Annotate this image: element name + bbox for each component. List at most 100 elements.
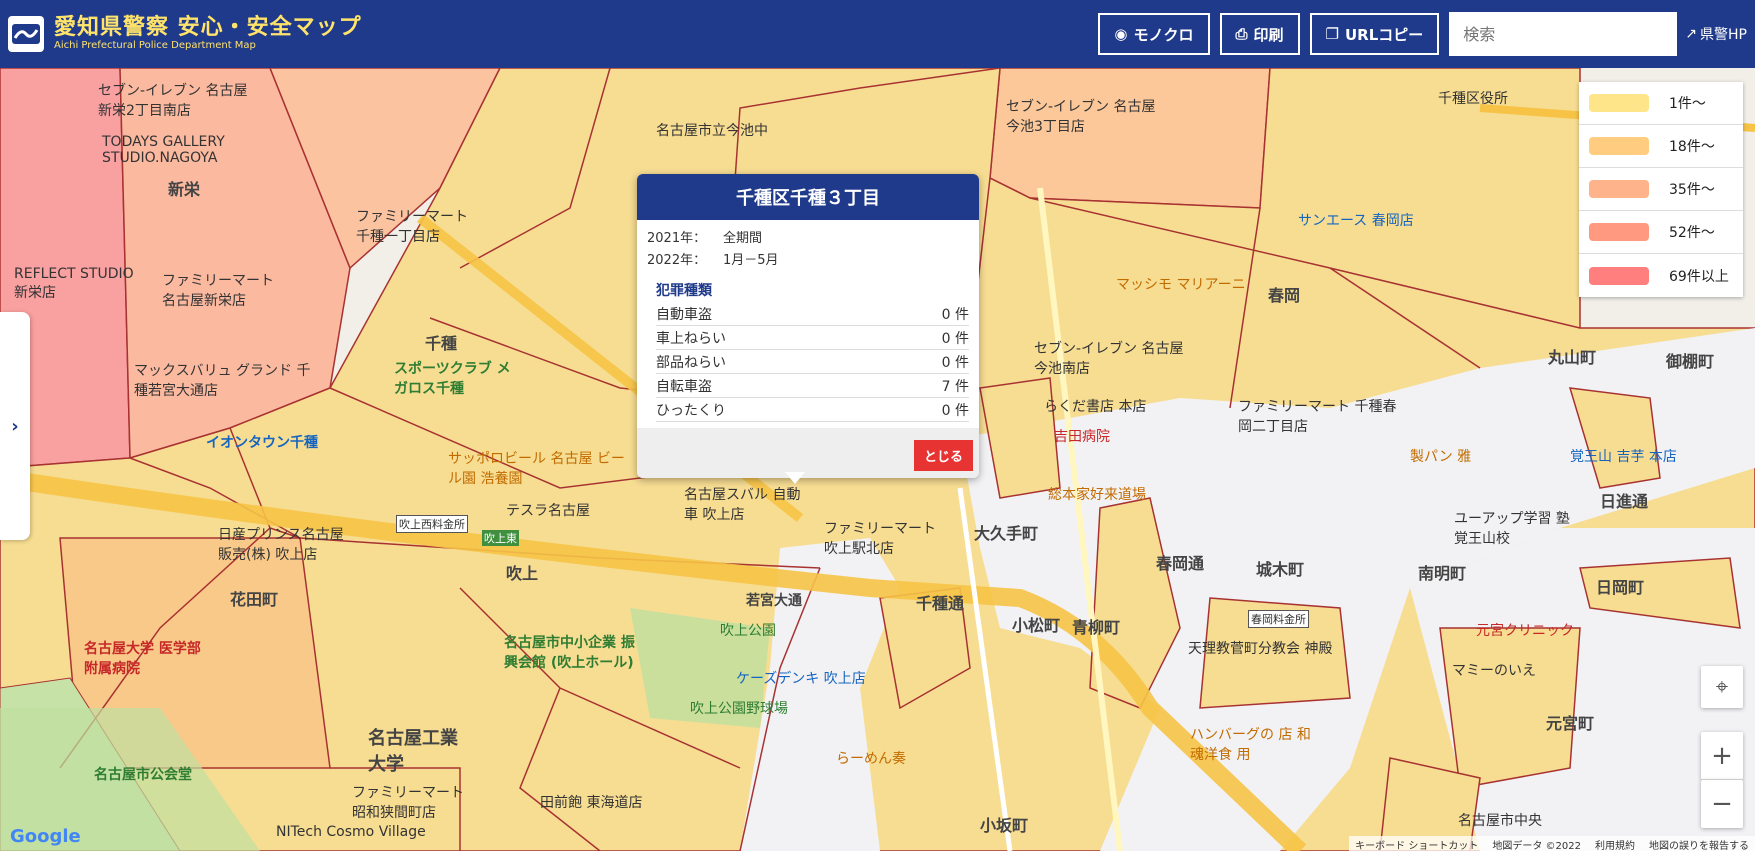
crime-name: 車上ねらい (656, 330, 726, 347)
side-panel-toggle[interactable]: › (0, 312, 30, 540)
poi-seven-shinsakae[interactable]: セブン-イレブン 名古屋新栄2丁目南店 (98, 80, 258, 120)
toll-fukiage-west: 吹上西料金所 (396, 515, 468, 533)
poi-sohonke[interactable]: 総本家好来道場 (1048, 484, 1146, 504)
poi-hamburg[interactable]: ハンバーグの 店 和魂洋食 用 (1190, 724, 1320, 764)
poi-aeon-town[interactable]: イオンタウン千種 (206, 432, 318, 452)
area-label-shirokicho: 城木町 (1256, 560, 1305, 579)
zoom-out-button[interactable]: − (1701, 780, 1743, 828)
poi-fukiage-ballpark[interactable]: 吹上公園野球場 (690, 698, 788, 718)
poi-chikusa-ward-office[interactable]: 千種区役所 (1438, 88, 1508, 108)
crime-type-header: 犯罪種類 (656, 283, 712, 299)
area-label-nanmeicho: 南明町 (1418, 564, 1467, 583)
period-2022: 2022年： 1月－5月 (647, 250, 969, 272)
poi-ramen[interactable]: らーめん奏 (836, 748, 906, 768)
area-label-chikusa: 千種 (425, 334, 458, 353)
poi-seipan[interactable]: 製パン 雅 (1410, 446, 1471, 466)
poi-imaike-school[interactable]: 名古屋市立今池中 (656, 120, 768, 140)
poi-sports-club[interactable]: スポーツクラブ メガロス千種 (394, 358, 524, 398)
area-label-haruoka: 春岡 (1268, 286, 1301, 305)
poi-denmae[interactable]: 田前飽 東海道店 (540, 792, 642, 812)
poi-rakuda-shoten[interactable]: らくだ書店 本店 (1044, 396, 1146, 416)
poi-family-showa[interactable]: ファミリーマート 昭和狭間町店 (352, 782, 482, 822)
close-popup-button[interactable]: とじる (913, 440, 973, 471)
poi-nagoya-chuo[interactable]: 名古屋市中央 (1458, 810, 1542, 830)
police-emblem-icon (8, 16, 44, 52)
zoom-in-button[interactable]: + (1701, 732, 1743, 780)
poi-kakuozan[interactable]: 覚王山 吉芋 本店 (1570, 446, 1677, 466)
crime-count: 7 件 (941, 378, 969, 395)
site-logo[interactable]: 愛知県警察 安心・安全マップ Aichi Prefectural Police … (8, 16, 362, 52)
print-button[interactable]: ⎙ 印刷 (1219, 13, 1300, 55)
area-label-shinsakae: 新栄 (168, 180, 201, 199)
poi-family-chikusa1[interactable]: ファミリーマート 千種一丁目店 (356, 206, 486, 246)
poi-todays-gallery[interactable]: TODAYS GALLERY STUDIO.NAGOYA (102, 134, 272, 166)
poi-sun-ace[interactable]: サンエース 春岡店 (1298, 210, 1414, 230)
legend-item: 1件〜 (1579, 82, 1743, 125)
url-copy-button[interactable]: ❐ URLコピー (1309, 13, 1440, 55)
globe-icon: ◉ (1114, 25, 1128, 43)
toll-fukiage-east: 吹上東 (482, 530, 519, 546)
toll-haruoka: 春岡料金所 (1248, 610, 1309, 628)
popup-title: 千種区千種３丁目 (637, 174, 979, 220)
my-location-button[interactable]: ⌖ (1701, 666, 1743, 708)
google-logo[interactable]: Google (10, 826, 81, 847)
poi-tesla[interactable]: テスラ名古屋 (506, 500, 590, 520)
area-label-motomiya: 元宮町 (1546, 714, 1595, 733)
poi-seven-imaike3[interactable]: セブン-イレブン 名古屋今池3丁目店 (1006, 96, 1156, 136)
copy-icon: ❐ (1325, 25, 1339, 43)
crime-count-legend: 1件〜 18件〜 35件〜 52件〜 69件以上 (1579, 82, 1743, 297)
header-bar: 愛知県警察 安心・安全マップ Aichi Prefectural Police … (0, 0, 1755, 68)
report-error-link[interactable]: 地図の誤りを報告する (1649, 837, 1749, 851)
poi-reflect-studio[interactable]: REFLECT STUDIO 新栄店 (14, 266, 134, 302)
prefectural-police-hp-link[interactable]: ↗ 県警HP (1685, 24, 1747, 44)
poi-seven-imaikeminami[interactable]: セブン-イレブン 名古屋今池南店 (1034, 338, 1184, 378)
crime-row: 部品ねらい 0 件 (656, 350, 969, 374)
legend-label: 1件〜 (1669, 96, 1706, 112)
area-label-hanadacho: 花田町 (230, 590, 279, 609)
poi-nissan-prince[interactable]: 日産プリンス名古屋 販売(株) 吹上店 (218, 524, 358, 564)
chevron-right-icon: › (11, 415, 19, 437)
poi-family-haruoka2[interactable]: ファミリーマート 千種春岡二丁目店 (1238, 396, 1398, 436)
legend-item: 52件〜 (1579, 211, 1743, 254)
site-subtitle: Aichi Prefectural Police Department Map (54, 40, 256, 51)
poi-family-fukiage[interactable]: ファミリーマート 吹上駅北店 (824, 518, 954, 558)
legend-swatch (1589, 223, 1649, 241)
area-label-nagoya-kodai: 名古屋工業大学 (368, 728, 458, 775)
poi-fukiage-hall[interactable]: 名古屋市中小企業 振興会館 (吹上ホール) (504, 632, 644, 672)
minus-icon: − (1711, 789, 1733, 819)
printer-icon: ⎙ (1235, 25, 1248, 43)
period-2021-value: 全期間 (723, 231, 763, 246)
poi-nitech[interactable]: NITech Cosmo Village (276, 824, 426, 840)
monochrome-button[interactable]: ◉ モノクロ (1098, 13, 1210, 55)
crime-row: 自転車盗 7 件 (656, 374, 969, 398)
poi-nagoya-univ-hospital[interactable]: 名古屋大学 医学部附属病院 (84, 638, 214, 678)
poi-massimo[interactable]: マッシモ マリアーニ (1116, 274, 1246, 294)
poi-kesdenki[interactable]: ケーズデンキ 吹上店 (736, 668, 866, 688)
poi-family-shinsakae[interactable]: ファミリーマート 名古屋新栄店 (162, 270, 292, 310)
popup-footer: とじる (637, 428, 979, 478)
legend-item: 35件〜 (1579, 168, 1743, 211)
keyboard-shortcuts-link[interactable]: キーボード ショートカット (1355, 837, 1478, 851)
area-label-nisshin: 日進通 (1600, 492, 1649, 511)
poi-max-value[interactable]: マックスバリュ グランド 千種若宮大通店 (134, 360, 314, 400)
google-logo-text: Google (10, 826, 81, 847)
period-2022-value: 1月－5月 (723, 253, 779, 268)
legend-swatch (1589, 266, 1649, 285)
map-data-text: 地図データ ©2022 (1492, 841, 1581, 851)
poi-tenri[interactable]: 天理教菅町分教会 神殿 (1188, 638, 1332, 658)
poi-nagoya-subaru[interactable]: 名古屋スバル 自動車 吹上店 (684, 484, 804, 524)
legend-label: 52件〜 (1669, 225, 1715, 241)
poi-yoshida-hospital[interactable]: 吉田病院 (1054, 426, 1110, 446)
area-label-maruyama: 丸山町 (1548, 348, 1597, 367)
poi-kokaido[interactable]: 名古屋市公会堂 (94, 764, 192, 784)
poi-motomiya-clinic[interactable]: 元宮クリニック (1476, 620, 1574, 640)
poi-mamie[interactable]: マミーのいえ (1452, 660, 1536, 680)
poi-fukiage-park[interactable]: 吹上公園 (720, 620, 776, 640)
poi-sapporo-beer[interactable]: サッポロビール 名古屋 ビール園 浩養園 (448, 448, 628, 488)
road-wakamiya: 若宮大通 (746, 593, 802, 609)
terms-link[interactable]: 利用規約 (1595, 837, 1635, 851)
area-label-aoyagicho: 青柳町 (1072, 618, 1121, 637)
period-2022-label: 2022年： (647, 253, 707, 268)
poi-yuapp[interactable]: ユーアップ学習 塾 覚王山校 (1454, 508, 1584, 548)
search-input[interactable] (1449, 12, 1678, 56)
